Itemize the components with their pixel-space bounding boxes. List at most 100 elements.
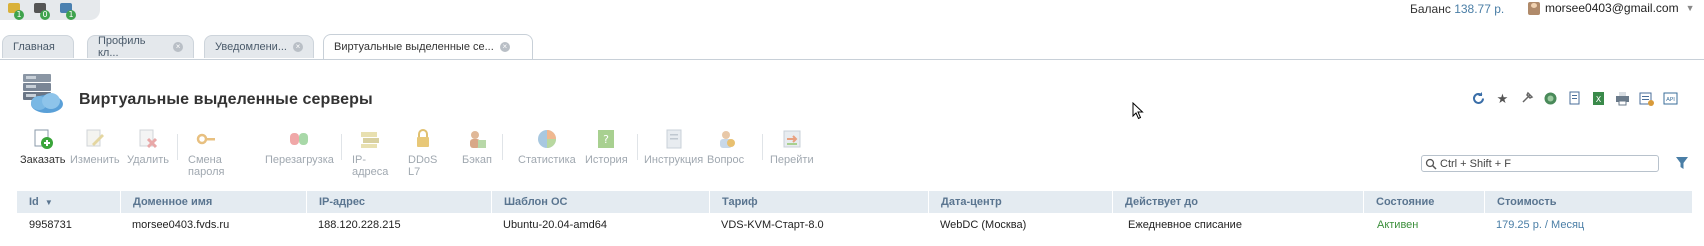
page-title: Виртуальные выделенные серверы bbox=[79, 91, 373, 108]
goto-icon bbox=[781, 128, 803, 150]
manual-button[interactable]: Инструкция bbox=[644, 128, 703, 166]
user-menu[interactable]: morsee0403@gmail.com ▼ bbox=[1528, 1, 1695, 15]
lock-icon bbox=[412, 128, 434, 150]
toolbar-separator bbox=[502, 134, 503, 160]
toolbar-label: Перейти bbox=[770, 154, 814, 166]
billing-document-icon[interactable]: 1 bbox=[60, 3, 76, 20]
change-password-button[interactable]: Смена пароля bbox=[188, 128, 224, 178]
column-datacenter[interactable]: Дата-центр bbox=[928, 191, 1112, 213]
mouse-cursor-icon bbox=[1132, 101, 1144, 120]
tab-bar: Главная Профиль кл... × Уведомлени... × … bbox=[0, 34, 1704, 60]
toolbar-label: Заказать bbox=[20, 154, 66, 166]
balance-value: 138.77 р. bbox=[1454, 2, 1505, 16]
close-icon[interactable]: × bbox=[293, 42, 303, 52]
delete-icon bbox=[137, 128, 159, 150]
manual-icon bbox=[663, 128, 685, 150]
toolbar-separator bbox=[177, 134, 178, 160]
close-icon[interactable]: × bbox=[173, 42, 183, 52]
reboot-button[interactable]: Перезагрузка bbox=[265, 128, 334, 166]
print-icon[interactable] bbox=[1615, 91, 1630, 106]
column-tariff[interactable]: Тариф bbox=[709, 191, 928, 213]
svg-text:?: ? bbox=[603, 133, 609, 146]
mail-folder-icon[interactable]: 1 bbox=[8, 3, 24, 20]
backup-button[interactable]: Бэкап bbox=[462, 128, 492, 166]
notification-icons: 1 0 1 bbox=[0, 0, 100, 20]
toolbar-label: Перезагрузка bbox=[265, 154, 334, 166]
close-icon[interactable]: × bbox=[499, 42, 510, 52]
export-icon[interactable] bbox=[1639, 91, 1654, 106]
billing-badge: 1 bbox=[66, 10, 76, 20]
column-domain[interactable]: Доменное имя bbox=[120, 191, 306, 213]
user-email: morsee0403@gmail.com bbox=[1545, 1, 1679, 15]
column-ip[interactable]: IP-адрес bbox=[306, 191, 491, 213]
column-label: Дата-центр bbox=[941, 196, 1002, 208]
pin-icon[interactable] bbox=[1519, 91, 1534, 106]
column-label: Состояние bbox=[1376, 196, 1435, 208]
order-button[interactable]: Заказать bbox=[20, 128, 66, 166]
copy-icon[interactable] bbox=[1567, 91, 1582, 106]
column-label: IP-адрес bbox=[319, 196, 365, 208]
tab-notifications[interactable]: Уведомлени... × bbox=[204, 35, 314, 58]
column-cost[interactable]: Стоимость bbox=[1484, 191, 1692, 213]
toolbar-separator bbox=[341, 134, 342, 160]
toolbar-label: Удалить bbox=[127, 154, 169, 166]
column-label: Тариф bbox=[722, 196, 758, 208]
table-row[interactable]: 9958731 morsee0403.fvds.ru 188.120.228.2… bbox=[17, 214, 1692, 236]
support-badge: 0 bbox=[40, 10, 50, 20]
question-icon bbox=[715, 128, 737, 150]
tab-label: Профиль кл... bbox=[98, 35, 146, 59]
column-valid-until[interactable]: Действует до bbox=[1112, 191, 1363, 213]
search-input[interactable]: Ctrl + Shift + F bbox=[1421, 155, 1659, 172]
column-status[interactable]: Состояние bbox=[1363, 191, 1484, 213]
table-header: Id ▼ Доменное имя IP-адрес Шаблон ОС Тар… bbox=[17, 191, 1692, 213]
globe-icon[interactable] bbox=[1543, 91, 1558, 106]
toolbar-label: Инструкция bbox=[644, 154, 704, 166]
api-icon[interactable]: API bbox=[1663, 91, 1678, 106]
cell-domain: morsee0403.fvds.ru bbox=[132, 219, 230, 231]
ddos-button[interactable]: DDoS L7 bbox=[408, 128, 437, 178]
support-ticket-icon[interactable]: 0 bbox=[34, 3, 50, 20]
refresh-icon[interactable] bbox=[1471, 91, 1486, 106]
tab-vds[interactable]: Виртуальные выделенные се... × bbox=[323, 34, 533, 59]
tab-home[interactable]: Главная bbox=[2, 35, 74, 58]
cell-datacenter: WebDC (Москва) bbox=[940, 219, 1027, 231]
cell-status: Активен bbox=[1377, 219, 1419, 231]
excel-icon[interactable]: X bbox=[1591, 91, 1606, 106]
column-label: Доменное имя bbox=[133, 196, 213, 208]
toolbar-label: Изменить bbox=[70, 154, 120, 166]
cell-id: 9958731 bbox=[29, 219, 72, 231]
statistics-button[interactable]: Статистика bbox=[518, 128, 576, 166]
toolbar-label: История bbox=[585, 154, 628, 166]
chevron-down-icon: ▼ bbox=[1685, 3, 1695, 13]
stats-pie-icon bbox=[536, 128, 558, 150]
goto-button[interactable]: Перейти bbox=[770, 128, 814, 166]
column-label: Id bbox=[29, 196, 39, 208]
balance[interactable]: Баланс 138.77 р. bbox=[1410, 2, 1504, 16]
sort-desc-icon: ▼ bbox=[44, 198, 53, 207]
svg-text:X: X bbox=[1596, 95, 1602, 104]
ip-addresses-button[interactable]: IP-адреса bbox=[352, 128, 388, 178]
column-id[interactable]: Id ▼ bbox=[17, 191, 120, 213]
mail-badge: 1 bbox=[14, 10, 24, 20]
user-avatar-icon bbox=[1528, 1, 1540, 15]
delete-button[interactable]: Удалить bbox=[127, 128, 169, 166]
tab-client-profile[interactable]: Профиль кл... × bbox=[87, 35, 194, 59]
toolbar-label: Вопрос bbox=[707, 154, 745, 166]
ip-icon bbox=[359, 128, 381, 150]
filter-icon[interactable] bbox=[1675, 156, 1689, 170]
toolbar-label: IP-адреса bbox=[352, 154, 389, 178]
tab-label: Уведомлени... bbox=[215, 41, 287, 53]
search-placeholder: Ctrl + Shift + F bbox=[1440, 157, 1511, 170]
column-label: Стоимость bbox=[1497, 196, 1557, 208]
column-os-template[interactable]: Шаблон ОС bbox=[491, 191, 709, 213]
cell-os-template: Ubuntu-20.04-amd64 bbox=[503, 219, 607, 231]
edit-button[interactable]: Изменить bbox=[70, 128, 120, 166]
question-button[interactable]: Вопрос bbox=[707, 128, 744, 166]
svg-text:API: API bbox=[1666, 97, 1675, 103]
toolbar-separator bbox=[637, 134, 638, 160]
star-icon[interactable]: ★ bbox=[1495, 91, 1510, 106]
toolbar-separator bbox=[762, 134, 763, 160]
search-icon bbox=[1425, 158, 1437, 170]
history-button[interactable]: ? История bbox=[585, 128, 628, 166]
toolbar-label: Бэкап bbox=[462, 154, 492, 166]
